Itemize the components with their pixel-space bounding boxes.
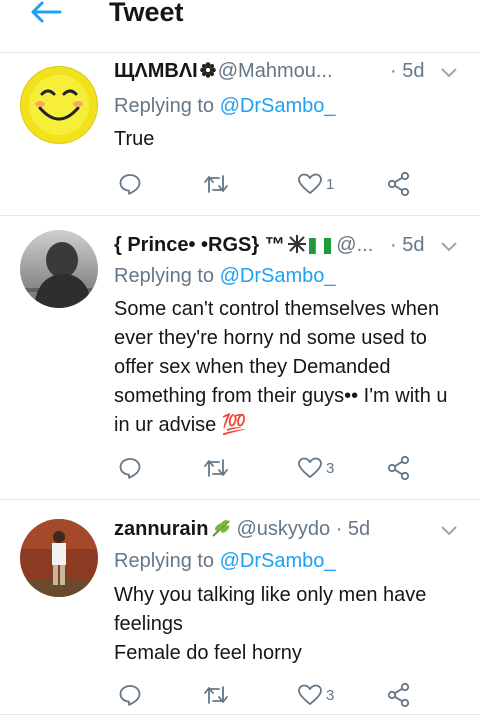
flower-emoji-icon — [199, 62, 216, 78]
chevron-down-icon[interactable] — [440, 67, 458, 79]
heart-icon — [298, 684, 322, 705]
replying-to: Replying to @DrSambo_ — [114, 550, 336, 572]
chevron-down-icon[interactable] — [440, 241, 458, 253]
retweet-icon — [204, 686, 228, 704]
tweet-text-line: Why you talking like only men have feeli… — [114, 584, 427, 635]
retweet-button[interactable] — [203, 454, 229, 482]
user-handle: @uskyydo — [236, 518, 331, 540]
like-count: 3 — [326, 459, 335, 477]
page-title: Tweet — [109, 0, 184, 27]
tweet-reply[interactable]: ЩΛMBΛI @Mahmou... · 5d Replying to @DrSam… — [0, 53, 480, 216]
avatar[interactable] — [20, 230, 98, 308]
display-name[interactable]: { Prince• •RGS} ™ — [114, 234, 285, 256]
mention-link[interactable]: @DrSambo_ — [220, 265, 336, 287]
heart-icon — [298, 173, 322, 194]
top-bar: Tweet — [0, 0, 480, 53]
like-count: 3 — [326, 686, 335, 704]
tweet-reply[interactable]: zannurain @uskyydo · 5d Replying to @DrSa… — [0, 500, 480, 715]
share-icon — [387, 682, 410, 708]
reply-icon — [119, 685, 141, 706]
retweet-icon — [204, 175, 228, 193]
tweet-reply[interactable]: { Prince• •RGS} ™ @... · 5d Replying to … — [0, 216, 480, 500]
user-handle: @... — [336, 234, 374, 256]
retweet-button[interactable] — [203, 681, 229, 709]
smiley-avatar-icon — [20, 66, 98, 144]
back-arrow-icon[interactable] — [28, 0, 62, 26]
mention-link[interactable]: @DrSambo_ — [220, 95, 336, 117]
profile-photo-icon — [20, 230, 98, 308]
retweet-button[interactable] — [203, 170, 229, 198]
like-button[interactable]: 1 — [297, 170, 334, 198]
chevron-down-icon[interactable] — [440, 525, 458, 537]
reply-button[interactable] — [118, 681, 142, 709]
tweet-header: { Prince• •RGS} ™ @... · 5d — [114, 230, 460, 260]
like-button[interactable]: 3 — [297, 454, 334, 482]
like-count: 1 — [326, 175, 335, 193]
nigeria-flag-icon — [308, 237, 331, 254]
user-handle: @Mahmou... — [217, 60, 333, 82]
tweet-header: ЩΛMBΛI @Mahmou... · 5d — [114, 56, 460, 86]
reply-button[interactable] — [118, 454, 142, 482]
display-name[interactable]: ЩΛMBΛI — [114, 60, 198, 82]
tweet-text: Some can't control themselves when ever … — [114, 298, 448, 436]
reply-icon — [119, 174, 141, 195]
heart-icon — [298, 457, 322, 478]
share-button[interactable] — [386, 454, 412, 482]
like-button[interactable]: 3 — [297, 681, 334, 709]
tweet-actions: 3 — [114, 681, 434, 709]
share-button[interactable] — [386, 170, 412, 198]
tweet-text-line: Female do feel horny — [114, 642, 302, 664]
replying-to: Replying to @DrSambo_ — [114, 265, 336, 287]
mention-link[interactable]: @DrSambo_ — [220, 550, 336, 572]
profile-photo-icon — [20, 519, 98, 597]
herb-emoji-icon — [212, 520, 231, 537]
avatar[interactable] — [20, 519, 98, 597]
tweet-actions: 1 — [114, 170, 434, 198]
timestamp: · 5d — [390, 234, 425, 256]
reply-button[interactable] — [118, 170, 142, 198]
avatar[interactable] — [20, 66, 98, 144]
retweet-icon — [204, 459, 228, 477]
tweet-text: True — [114, 128, 155, 150]
display-name[interactable]: zannurain — [114, 518, 208, 540]
share-icon — [387, 455, 410, 481]
timestamp: · 5d — [390, 60, 425, 82]
timestamp: · 5d — [335, 518, 371, 540]
tweet-actions: 3 — [114, 454, 434, 482]
tweet-header: zannurain @uskyydo · 5d — [114, 514, 460, 544]
tweet-text: Why you talking like only men have feeli… — [114, 581, 464, 668]
share-button[interactable] — [386, 681, 412, 709]
share-icon — [387, 171, 410, 197]
reply-icon — [119, 458, 141, 479]
sparkle-emoji-icon — [287, 235, 306, 253]
replying-to: Replying to @DrSambo_ — [114, 95, 336, 117]
